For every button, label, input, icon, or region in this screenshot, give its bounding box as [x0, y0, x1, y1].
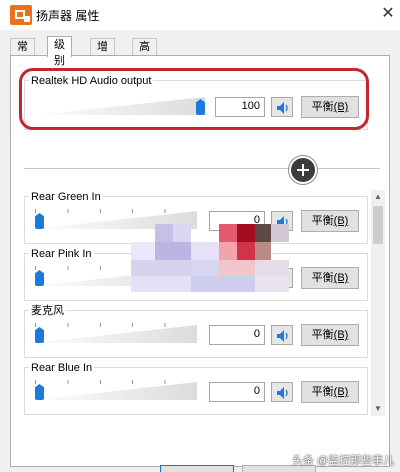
watermark: 头条 @监控那些事儿 [292, 455, 395, 467]
slider-thumb[interactable] [35, 213, 44, 229]
slider-thumb[interactable] [35, 384, 44, 400]
tab-enhancements[interactable]: 增强 [90, 38, 115, 69]
speaker-icon [277, 330, 288, 342]
volume-slider[interactable] [35, 323, 197, 345]
channel-label: Rear Green In [29, 191, 103, 203]
highlight-annotation [19, 68, 369, 130]
tab-general[interactable]: 常规 [10, 38, 35, 69]
channel-label: 麦克风 [29, 305, 66, 317]
channel-label: Rear Pink In [29, 248, 94, 260]
balance-button[interactable]: 平衡(B) [301, 324, 359, 346]
speaker-properties-icon [10, 5, 32, 25]
separator [24, 168, 380, 169]
scrollbar[interactable]: ▲ ▼ [371, 190, 385, 416]
channel-group-rear-blue: Rear Blue In 0 平衡(B) [24, 362, 368, 415]
mute-button[interactable] [271, 382, 293, 402]
levels-panel: Realtek HD Audio output 100 平衡(B) Rear G… [10, 55, 390, 467]
ok-button[interactable] [160, 465, 234, 472]
pixelated-overlay [131, 224, 307, 292]
close-button[interactable]: ✕ [376, 3, 400, 25]
balance-button[interactable]: 平衡(B) [301, 267, 359, 289]
balance-button[interactable]: 平衡(B) [301, 210, 359, 232]
speaker-icon [277, 387, 288, 399]
scrollbar-thumb[interactable] [373, 206, 383, 244]
channel-label: Rear Blue In [29, 362, 95, 374]
title-bar: 扬声器 属性 ✕ [0, 0, 400, 30]
scroll-up-icon[interactable]: ▲ [371, 190, 385, 204]
channel-group-microphone: 麦克风 0 平衡(B) [24, 305, 368, 358]
tab-levels[interactable]: 级别 [47, 36, 72, 67]
window-title: 扬声器 属性 [36, 9, 100, 23]
plus-icon[interactable] [289, 156, 317, 184]
volume-slider[interactable] [35, 380, 197, 402]
slider-thumb[interactable] [35, 270, 44, 286]
volume-value[interactable]: 0 [209, 325, 265, 345]
scroll-down-icon[interactable]: ▼ [371, 402, 385, 416]
tab-advanced[interactable]: 高级 [132, 38, 157, 69]
slider-thumb[interactable] [35, 327, 44, 343]
balance-button[interactable]: 平衡(B) [301, 381, 359, 403]
volume-value[interactable]: 0 [209, 382, 265, 402]
mute-button[interactable] [271, 325, 293, 345]
